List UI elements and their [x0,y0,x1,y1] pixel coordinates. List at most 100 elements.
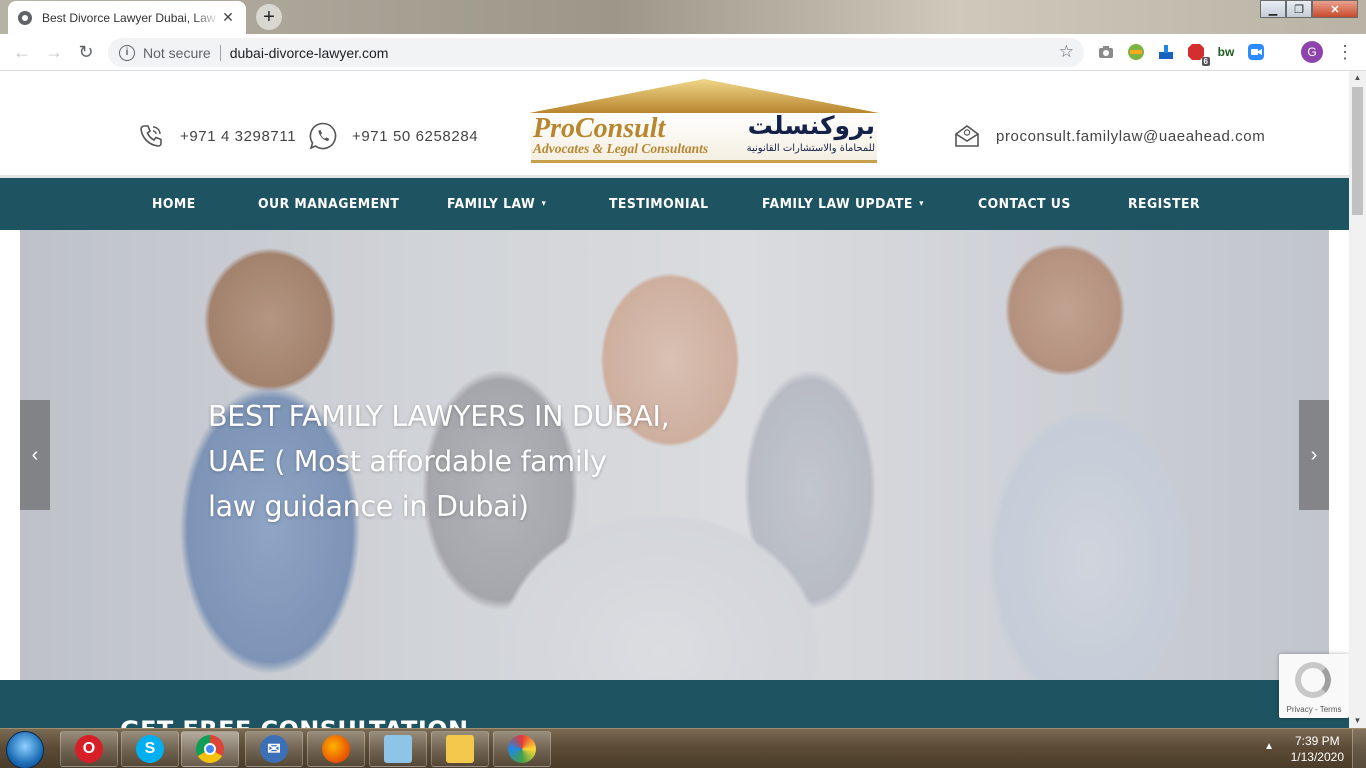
folder-icon [446,735,474,763]
security-label: Not secure [143,44,211,61]
minimize-button[interactable]: ▁ [1260,0,1286,18]
nav-family-law[interactable]: FAMILY LAW ▾ [447,178,546,230]
site-header: +971 4 3298711 +971 50 6258284 ProConsul… [0,71,1349,175]
firefox-icon [322,735,350,763]
logo-roof [529,79,879,113]
taskbar-firefox[interactable] [307,731,365,767]
new-tab-button[interactable]: + [256,4,282,30]
forward-button[interactable]: → [38,36,70,68]
nav-family-law-update[interactable]: FAMILY LAW UPDATE ▾ [762,178,924,230]
bookmark-star-icon[interactable]: ☆ [1059,42,1074,62]
nav-contact-us-label: CONTACT US [978,196,1071,212]
hero-slider: BEST FAMILY LAWYERS IN DUBAI, UAE ( Most… [20,230,1329,680]
info-icon[interactable]: i [119,44,135,61]
nav-testimonial-label: TESTIMONIAL [609,196,709,212]
chrome-icon [196,735,224,763]
chevron-down-icon: ▾ [541,199,547,209]
email-contact[interactable]: proconsult.familylaw@uaeahead.com [954,123,1265,149]
globe-icon [18,10,32,25]
clock-date: 1/13/2020 [1290,750,1344,764]
zoom-extension-icon[interactable] [1246,42,1266,62]
hero-heading: BEST FAMILY LAWYERS IN DUBAI, UAE ( Most… [208,394,708,529]
back-button[interactable]: ← [6,36,38,68]
show-desktop-button[interactable] [1352,729,1366,768]
maximize-button[interactable]: ❐ [1286,0,1312,18]
taskbar-notes[interactable] [369,731,427,767]
nav-family-law-label: FAMILY LAW [447,196,536,212]
whatsapp-contact[interactable]: +971 50 6258284 [308,121,478,151]
tray-expand-icon[interactable]: ▲ [1264,741,1274,752]
scroll-thumb[interactable] [1352,87,1363,215]
window-controls: ▁ ❐ ✕ [1260,0,1358,18]
bw-extension-icon[interactable]: bw [1216,42,1236,62]
opera-icon: O [75,735,103,763]
taskbar-opera[interactable]: O [60,731,118,767]
reload-button[interactable]: ↻ [70,36,102,68]
browser-menu-icon[interactable]: ⋮ [1336,41,1354,63]
taskbar-skype[interactable]: S [121,731,179,767]
money-extension-icon[interactable] [1126,42,1146,62]
nav-our-management[interactable]: OUR MANAGEMENT [258,178,399,230]
web-page: +971 4 3298711 +971 50 6258284 ProConsul… [0,71,1349,728]
main-nav: HOME OUR MANAGEMENT FAMILY LAW ▾ TESTIMON… [0,175,1349,230]
address-bar[interactable]: i Not secure dubai-divorce-lawyer.com ☆ [108,38,1084,67]
browser-tab[interactable]: Best Divorce Lawyer Dubai, Law F ✕ [8,1,246,34]
consultation-band: GET FREE CONSULTATION [0,680,1349,728]
logo-tagline-en: Advocates & Legal Consultants [533,141,709,156]
email-address: proconsult.familylaw@uaeahead.com [996,127,1266,145]
paint-icon [508,735,536,763]
taskbar-explorer[interactable] [431,731,489,767]
nav-family-law-update-label: FAMILY LAW UPDATE [762,196,913,212]
page-scrollbar[interactable]: ▲ ▼ [1349,71,1366,728]
taskbar-paint[interactable] [493,731,551,767]
omnibox-divider [219,44,221,61]
extension-icons: 6 bw [1096,42,1266,66]
system-clock[interactable]: 7:39 PM 1/13/2020 [1291,733,1344,765]
nav-testimonial[interactable]: TESTIMONIAL [609,178,709,230]
consultation-heading: GET FREE CONSULTATION [120,716,468,728]
scroll-up-arrow[interactable]: ▲ [1349,71,1366,85]
start-button[interactable] [6,731,44,768]
slider-prev-button[interactable]: ‹ [20,400,50,510]
whatsapp-number: +971 50 6258284 [352,127,479,145]
chevron-right-icon: › [1310,443,1318,466]
recaptcha-links[interactable]: Privacy - Terms [1279,705,1349,714]
nav-register-label: REGISTER [1128,196,1201,212]
profile-avatar[interactable]: G [1301,41,1323,63]
hero-line: UAE ( Most affordable family [208,445,607,478]
adblock-badge: 6 [1201,57,1210,66]
whatsapp-icon [308,121,338,151]
phone-icon [138,123,164,149]
envelope-icon [954,123,980,149]
phone-contact[interactable]: +971 4 3298711 [138,123,296,149]
slider-next-button[interactable]: › [1299,400,1329,510]
nav-contact-us[interactable]: CONTACT US [978,178,1071,230]
browser-tab-strip: Best Divorce Lawyer Dubai, Law F ✕ + ▁ ❐… [0,0,1366,34]
download-extension-icon[interactable] [1156,42,1176,62]
window-close-button[interactable]: ✕ [1312,0,1358,18]
logo-tagline-ar: للمحاماة والاستشارات القانونية [746,143,875,154]
nav-our-management-label: OUR MANAGEMENT [258,196,400,212]
site-logo[interactable]: ProConsult Advocates & Legal Consultants… [529,79,879,165]
adblock-icon[interactable]: 6 [1186,42,1210,66]
nav-register[interactable]: REGISTER [1128,178,1200,230]
mail-icon: ✉ [260,735,288,763]
nav-home-label: HOME [152,196,196,212]
taskbar-mail[interactable]: ✉ [245,731,303,767]
logo-name-en: ProConsult [533,113,666,144]
hero-line: BEST FAMILY LAWYERS IN DUBAI, [208,400,670,433]
logo-name-ar: بروكنسلت [747,111,875,140]
clock-time: 7:39 PM [1294,734,1340,748]
skype-icon: S [136,735,164,763]
taskbar-chrome[interactable] [181,731,239,767]
scroll-down-arrow[interactable]: ▼ [1349,714,1366,728]
url-text[interactable]: dubai-divorce-lawyer.com [230,45,389,61]
nav-home[interactable]: HOME [152,178,196,230]
recaptcha-badge[interactable]: Privacy - Terms [1279,654,1349,718]
windows-taskbar: O S ✉ ▲ 7:39 PM 1/13/2020 [0,728,1366,768]
camera-icon[interactable] [1096,42,1116,62]
close-tab-icon[interactable]: ✕ [220,9,236,26]
chevron-left-icon: ‹ [31,443,39,466]
phone-number: +971 4 3298711 [180,127,297,145]
tab-title: Best Divorce Lawyer Dubai, Law F [42,10,220,25]
